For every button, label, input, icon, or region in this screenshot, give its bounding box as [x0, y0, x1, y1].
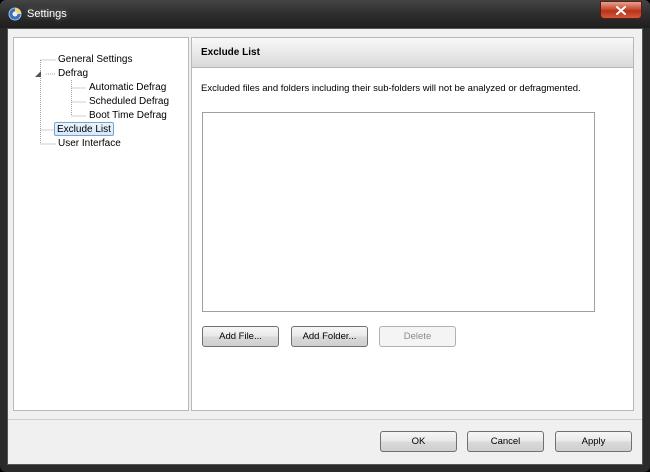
exclude-description: Excluded files and folders including the… — [201, 83, 581, 94]
nav-item-label: Exclude List — [57, 124, 111, 135]
close-button[interactable] — [600, 1, 642, 19]
collapse-arrow-icon[interactable] — [34, 70, 42, 78]
nav-item-label: General Settings — [58, 54, 133, 65]
defraggler-icon — [8, 7, 22, 21]
dialog-client-area: General Settings Defrag Automatic Defrag… — [7, 28, 643, 465]
nav-item-label: User Interface — [58, 138, 121, 149]
add-folder-button[interactable]: Add Folder... — [291, 326, 368, 347]
close-icon — [616, 5, 626, 15]
dialog-footer: OK Cancel Apply — [8, 419, 642, 464]
cancel-button[interactable]: Cancel — [467, 431, 544, 452]
add-file-button[interactable]: Add File... — [202, 326, 279, 347]
ok-button[interactable]: OK — [380, 431, 457, 452]
settings-nav-tree: General Settings Defrag Automatic Defrag… — [13, 37, 189, 411]
window-title: Settings — [27, 8, 67, 20]
delete-button[interactable]: Delete — [379, 326, 456, 347]
exclude-list-panel: Exclude List Excluded files and folders … — [191, 37, 634, 411]
nav-item-boot-time-defrag[interactable]: Boot Time Defrag — [87, 109, 169, 123]
nav-item-label: Boot Time Defrag — [89, 110, 167, 121]
nav-item-defrag[interactable]: Defrag — [56, 67, 90, 81]
nav-item-scheduled-defrag[interactable]: Scheduled Defrag — [87, 95, 171, 109]
nav-item-label: Defrag — [58, 68, 89, 79]
nav-item-general-settings[interactable]: General Settings — [56, 53, 135, 67]
apply-button[interactable]: Apply — [555, 431, 632, 452]
title-bar[interactable]: Settings — [0, 0, 650, 28]
exclude-listbox[interactable] — [202, 112, 595, 312]
nav-item-label: Scheduled Defrag — [89, 96, 170, 107]
nav-item-user-interface[interactable]: User Interface — [56, 137, 123, 151]
section-title: Exclude List — [201, 47, 260, 58]
nav-item-automatic-defrag[interactable]: Automatic Defrag — [87, 81, 168, 95]
nav-item-exclude-list[interactable]: Exclude List — [54, 122, 114, 136]
settings-window: Settings General Settings Defrag Automat… — [0, 0, 650, 472]
nav-item-label: Automatic Defrag — [89, 82, 167, 93]
section-header: Exclude List — [192, 38, 633, 68]
